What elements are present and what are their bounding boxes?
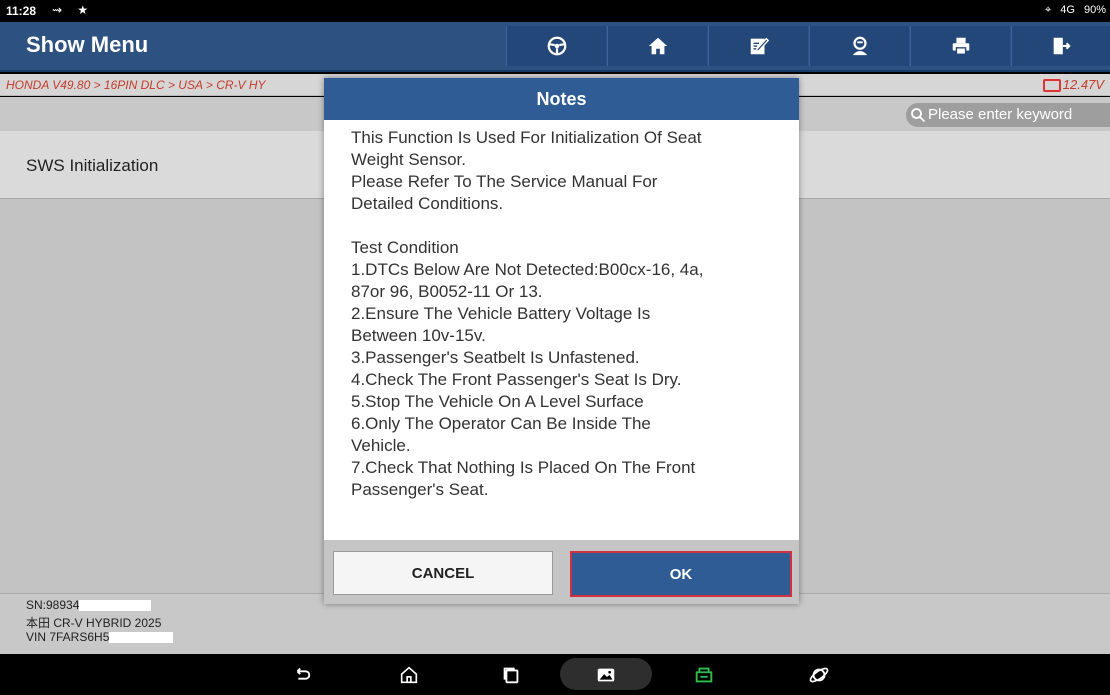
exit-button[interactable]	[1011, 26, 1110, 66]
user-icon	[852, 36, 867, 56]
status-notification-icons: ⇝ ★	[52, 3, 95, 17]
voltage-value: 12.47V	[1062, 77, 1104, 92]
home-button[interactable]	[607, 26, 707, 66]
network-indicator: 4G	[1060, 4, 1075, 16]
browser-button[interactable]	[805, 662, 833, 688]
steering-wheel-button[interactable]	[506, 26, 606, 66]
dialog-title: Notes	[324, 78, 799, 120]
serial-number: SN:98934	[26, 598, 152, 612]
home-nav-button[interactable]	[395, 662, 423, 688]
search-icon	[911, 108, 926, 123]
list-item-label: SWS Initialization	[26, 156, 159, 175]
browser-icon	[809, 667, 829, 683]
status-time: 11:28	[6, 4, 37, 18]
vin-number: VIN 7FARS6H5	[26, 630, 174, 644]
redaction-box	[79, 600, 152, 612]
home-icon	[648, 37, 667, 55]
cancel-button[interactable]: CANCEL	[333, 551, 553, 595]
recents-icon	[503, 667, 519, 684]
house-icon	[400, 666, 418, 684]
user-button[interactable]	[809, 26, 909, 66]
print-icon	[952, 37, 969, 55]
vci-icon	[695, 667, 713, 683]
search-input[interactable]: Please enter keyword	[906, 103, 1110, 127]
breadcrumb-path: HONDA V49.80 > 16PIN DLC > USA > CR-V HY	[6, 78, 266, 92]
dialog-message: This Function Is Used For Initialization…	[351, 128, 704, 499]
car-battery-icon	[1042, 79, 1061, 93]
gallery-button[interactable]	[592, 662, 620, 688]
dialog-footer: CANCEL OK	[324, 540, 799, 604]
vehicle-model: 本田 CR-V HYBRID 2025	[26, 616, 162, 630]
recents-button[interactable]	[497, 662, 525, 688]
android-nav-bar	[0, 654, 1110, 695]
battery-level: 90%	[1083, 4, 1106, 16]
status-bar: 11:28 ⇝ ★ ⌖ 4G 90%	[0, 0, 1110, 22]
vci-button[interactable]	[690, 662, 718, 688]
steering-wheel-icon	[547, 36, 566, 56]
notes-dialog: Notes This Function Is Used For Initiali…	[324, 78, 799, 604]
status-right: ⌖ 4G 90%	[1039, 4, 1106, 17]
top-nav-bar: Show Menu	[0, 22, 1110, 72]
gallery-icon	[597, 668, 615, 682]
battery-voltage: 12.47V	[1042, 77, 1104, 93]
exit-icon	[1053, 37, 1071, 55]
back-icon	[296, 667, 311, 680]
print-button[interactable]	[910, 26, 1010, 66]
back-button[interactable]	[288, 662, 316, 688]
location-icon: ⌖	[1044, 4, 1052, 16]
ok-button[interactable]: OK	[570, 551, 792, 597]
page-title: Show Menu	[26, 32, 149, 57]
redaction-box	[109, 632, 174, 644]
edit-icon	[750, 37, 769, 55]
search-placeholder: Please enter keyword	[928, 106, 1073, 123]
edit-button[interactable]	[708, 26, 808, 66]
